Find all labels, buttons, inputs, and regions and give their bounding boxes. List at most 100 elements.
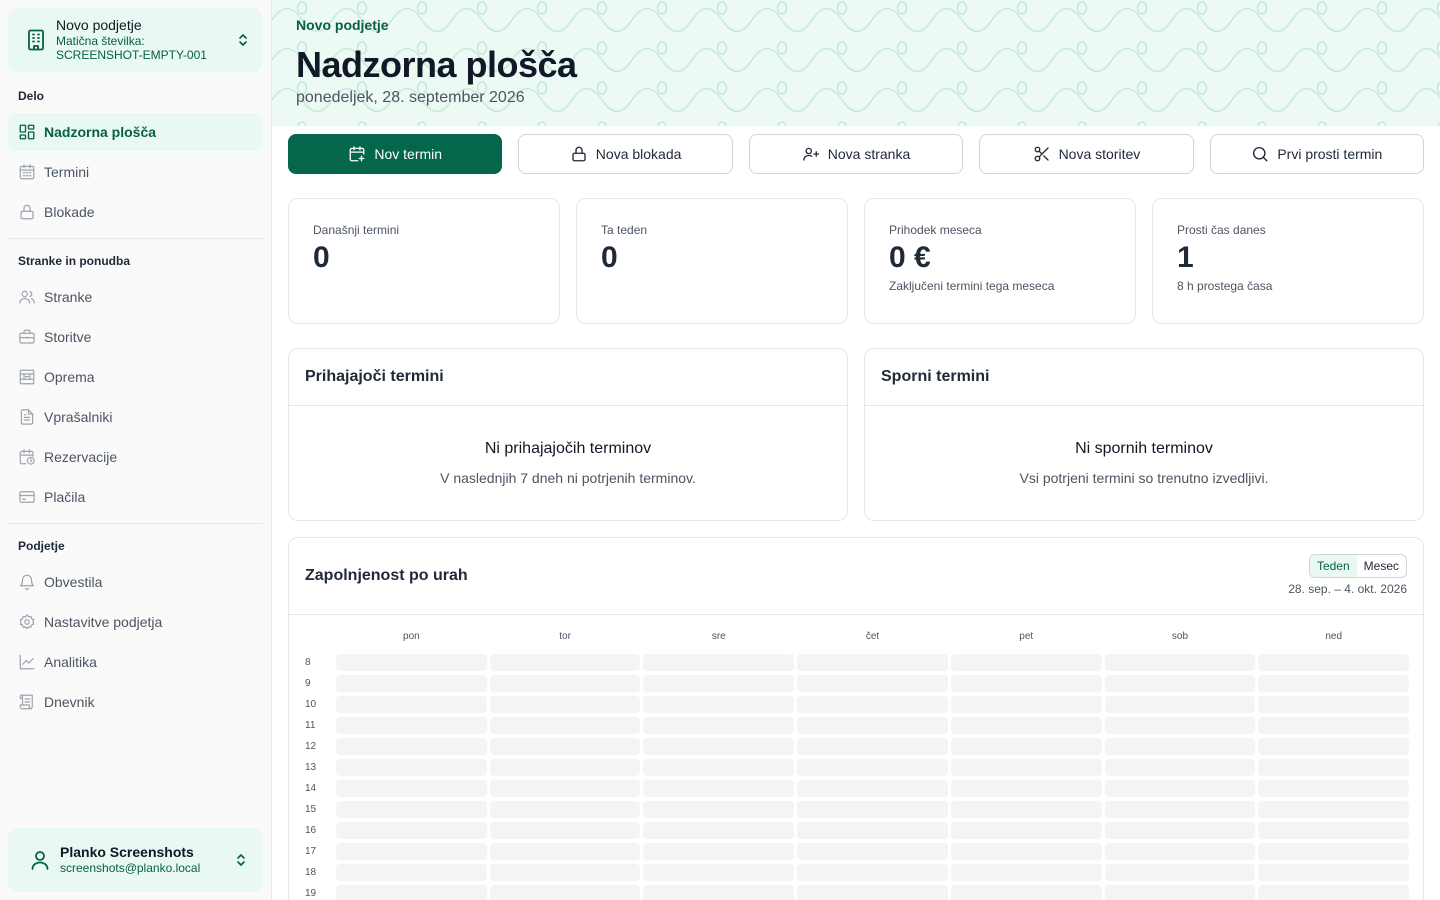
occupancy-cell[interactable] bbox=[797, 864, 948, 881]
occupancy-cell[interactable] bbox=[950, 843, 1102, 860]
occupancy-cell[interactable] bbox=[950, 780, 1102, 797]
occupancy-cell[interactable] bbox=[643, 717, 795, 734]
occupancy-cell[interactable] bbox=[1258, 759, 1410, 776]
new-appointment-button[interactable]: Nov termin bbox=[288, 134, 503, 174]
occupancy-cell[interactable] bbox=[336, 759, 487, 776]
occupancy-cell[interactable] bbox=[643, 696, 795, 713]
occupancy-cell[interactable] bbox=[489, 780, 641, 797]
occupancy-cell[interactable] bbox=[950, 675, 1102, 692]
occupancy-cell[interactable] bbox=[1104, 885, 1256, 900]
occupancy-cell[interactable] bbox=[1258, 801, 1410, 818]
occupancy-cell[interactable] bbox=[797, 885, 948, 900]
sidebar-item-notifications[interactable]: Obvestila bbox=[8, 563, 263, 601]
sidebar-item-questionnaires[interactable]: Vprašalniki bbox=[8, 398, 263, 436]
new-client-button[interactable]: Nova stranka bbox=[748, 134, 964, 174]
occupancy-cell[interactable] bbox=[797, 759, 948, 776]
new-service-button[interactable]: Nova storitev bbox=[979, 134, 1194, 174]
occupancy-cell[interactable] bbox=[797, 822, 948, 839]
occupancy-cell[interactable] bbox=[489, 801, 641, 818]
occupancy-cell[interactable] bbox=[1104, 822, 1256, 839]
occupancy-cell[interactable] bbox=[336, 822, 487, 839]
toggle-month[interactable]: Mesec bbox=[1357, 555, 1406, 577]
occupancy-cell[interactable] bbox=[336, 885, 487, 900]
occupancy-cell[interactable] bbox=[336, 780, 487, 797]
occupancy-cell[interactable] bbox=[643, 864, 795, 881]
occupancy-cell[interactable] bbox=[1258, 780, 1410, 797]
occupancy-cell[interactable] bbox=[950, 654, 1102, 671]
occupancy-cell[interactable] bbox=[643, 654, 795, 671]
new-block-button[interactable]: Nova blokada bbox=[518, 134, 733, 174]
occupancy-cell[interactable] bbox=[950, 885, 1102, 900]
occupancy-cell[interactable] bbox=[336, 717, 487, 734]
occupancy-cell[interactable] bbox=[489, 885, 641, 900]
sidebar-item-services[interactable]: Storitve bbox=[8, 318, 263, 356]
user-menu[interactable]: Planko Screenshots screenshots@planko.lo… bbox=[8, 828, 263, 892]
sidebar-item-reservations[interactable]: Rezervacije bbox=[8, 438, 263, 476]
occupancy-cell[interactable] bbox=[643, 843, 795, 860]
occupancy-cell[interactable] bbox=[1104, 717, 1256, 734]
occupancy-cell[interactable] bbox=[643, 885, 795, 900]
occupancy-cell[interactable] bbox=[950, 738, 1102, 755]
sidebar-item-analytics[interactable]: Analitika bbox=[8, 643, 263, 681]
occupancy-cell[interactable] bbox=[797, 696, 948, 713]
occupancy-cell[interactable] bbox=[950, 696, 1102, 713]
occupancy-cell[interactable] bbox=[489, 717, 641, 734]
sidebar-item-blocks[interactable]: Blokade bbox=[8, 193, 263, 231]
breadcrumb[interactable]: Novo podjetje bbox=[296, 17, 389, 33]
occupancy-cell[interactable] bbox=[1104, 780, 1256, 797]
occupancy-cell[interactable] bbox=[489, 759, 641, 776]
occupancy-cell[interactable] bbox=[1258, 654, 1410, 671]
occupancy-cell[interactable] bbox=[1258, 696, 1410, 713]
occupancy-cell[interactable] bbox=[797, 780, 948, 797]
occupancy-cell[interactable] bbox=[1104, 696, 1256, 713]
occupancy-cell[interactable] bbox=[1258, 843, 1410, 860]
occupancy-cell[interactable] bbox=[797, 675, 948, 692]
occupancy-cell[interactable] bbox=[1104, 801, 1256, 818]
occupancy-cell[interactable] bbox=[1258, 675, 1410, 692]
occupancy-cell[interactable] bbox=[336, 696, 487, 713]
sidebar-item-payments[interactable]: Plačila bbox=[8, 478, 263, 516]
occupancy-cell[interactable] bbox=[950, 822, 1102, 839]
occupancy-cell[interactable] bbox=[643, 675, 795, 692]
toggle-week[interactable]: Teden bbox=[1309, 555, 1357, 577]
occupancy-cell[interactable] bbox=[489, 738, 641, 755]
occupancy-cell[interactable] bbox=[489, 843, 641, 860]
occupancy-cell[interactable] bbox=[797, 801, 948, 818]
occupancy-cell[interactable] bbox=[643, 759, 795, 776]
occupancy-cell[interactable] bbox=[643, 738, 795, 755]
occupancy-cell[interactable] bbox=[643, 822, 795, 839]
occupancy-cell[interactable] bbox=[1104, 864, 1256, 881]
occupancy-cell[interactable] bbox=[336, 843, 487, 860]
occupancy-cell[interactable] bbox=[950, 759, 1102, 776]
occupancy-cell[interactable] bbox=[336, 675, 487, 692]
occupancy-cell[interactable] bbox=[1104, 843, 1256, 860]
occupancy-cell[interactable] bbox=[643, 780, 795, 797]
sidebar-item-log[interactable]: Dnevnik bbox=[8, 683, 263, 721]
occupancy-cell[interactable] bbox=[1104, 759, 1256, 776]
occupancy-cell[interactable] bbox=[489, 864, 641, 881]
occupancy-cell[interactable] bbox=[797, 843, 948, 860]
occupancy-cell[interactable] bbox=[1258, 885, 1410, 900]
occupancy-cell[interactable] bbox=[797, 654, 948, 671]
org-switcher[interactable]: Novo podjetje Matična številka: SCREENSH… bbox=[8, 8, 263, 72]
occupancy-cell[interactable] bbox=[950, 864, 1102, 881]
sidebar-item-clients[interactable]: Stranke bbox=[8, 278, 263, 316]
occupancy-cell[interactable] bbox=[950, 801, 1102, 818]
occupancy-cell[interactable] bbox=[643, 801, 795, 818]
occupancy-cell[interactable] bbox=[1258, 738, 1410, 755]
sidebar-item-dashboard[interactable]: Nadzorna plošča bbox=[8, 113, 263, 151]
sidebar-item-appointments[interactable]: Termini bbox=[8, 153, 263, 191]
occupancy-cell[interactable] bbox=[336, 864, 487, 881]
sidebar-item-equipment[interactable]: Oprema bbox=[8, 358, 263, 396]
occupancy-cell[interactable] bbox=[950, 717, 1102, 734]
occupancy-cell[interactable] bbox=[1258, 864, 1410, 881]
occupancy-cell[interactable] bbox=[489, 675, 641, 692]
first-free-slot-button[interactable]: Prvi prosti termin bbox=[1209, 134, 1425, 174]
occupancy-cell[interactable] bbox=[336, 738, 487, 755]
occupancy-cell[interactable] bbox=[1258, 822, 1410, 839]
occupancy-cell[interactable] bbox=[489, 654, 641, 671]
occupancy-cell[interactable] bbox=[797, 717, 948, 734]
occupancy-cell[interactable] bbox=[1104, 738, 1256, 755]
sidebar-item-company-settings[interactable]: Nastavitve podjetja bbox=[8, 603, 263, 641]
occupancy-cell[interactable] bbox=[336, 801, 487, 818]
